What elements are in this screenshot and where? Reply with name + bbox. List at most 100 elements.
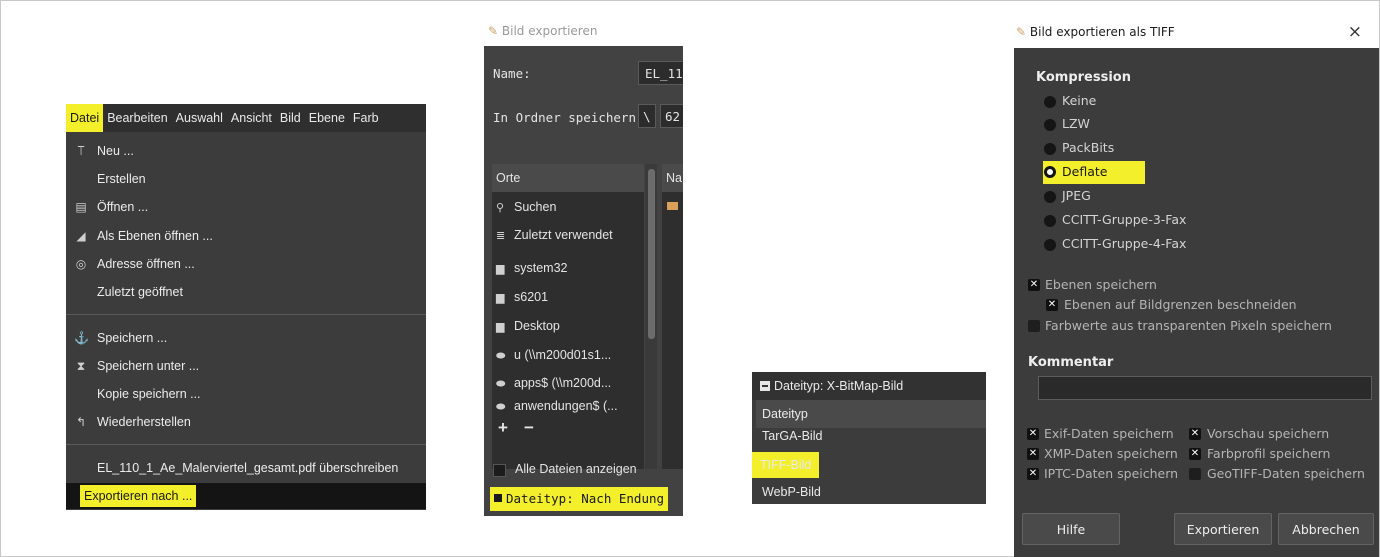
place-label: Suchen bbox=[514, 200, 557, 214]
place-label: u (\\m200d01s1... bbox=[514, 348, 612, 362]
compression-radio-lzw[interactable] bbox=[1044, 119, 1056, 131]
menu-item-label: Öffnen ... bbox=[97, 200, 149, 214]
place-label: apps$ (\\m200d... bbox=[514, 376, 612, 390]
place-label: anwendungen$ (... bbox=[514, 399, 618, 413]
menu-ebene[interactable]: Ebene bbox=[305, 104, 349, 132]
menu-bearbeiten[interactable]: Bearbeiten bbox=[103, 104, 171, 132]
place-search[interactable]: ⚲ Suchen bbox=[492, 193, 644, 221]
name-column-header[interactable]: Na bbox=[662, 164, 683, 192]
menu-item-save-as[interactable]: ⧗ Speichern unter ... bbox=[66, 353, 426, 379]
compression-heading: Kompression bbox=[1036, 70, 1131, 85]
folder-path-button[interactable]: 62 bbox=[660, 104, 683, 128]
save-transparent-colors-checkbox[interactable] bbox=[1028, 320, 1040, 332]
places-header[interactable]: Orte bbox=[492, 164, 644, 192]
filetype-panel: Dateityp: X-BitMap-Bild Dateityp TarGA-B… bbox=[752, 372, 986, 504]
menu-farben[interactable]: Farb bbox=[349, 104, 383, 132]
add-place-button[interactable]: + bbox=[498, 418, 508, 438]
expander-plus-icon bbox=[494, 494, 502, 502]
crop-layers-checkbox[interactable]: ✕ bbox=[1046, 299, 1058, 311]
export-dialog-titlebar: ✎ Bild exportieren bbox=[488, 18, 688, 44]
color-profile-checkbox[interactable]: ✕ bbox=[1189, 448, 1201, 460]
name-label: Name: bbox=[493, 66, 531, 81]
menu-bild[interactable]: Bild bbox=[276, 104, 305, 132]
geotiff-checkbox[interactable] bbox=[1189, 468, 1201, 480]
menu-item-label: Exportieren nach ... bbox=[80, 485, 197, 507]
menu-item-open-location[interactable]: ◎ Adresse öffnen ... bbox=[66, 251, 426, 277]
compression-radio-packbits[interactable] bbox=[1044, 143, 1056, 155]
menu-item-recent[interactable]: Zuletzt geöffnet bbox=[66, 279, 426, 305]
menu-item-save[interactable]: ⚓ Speichern ... bbox=[66, 325, 426, 351]
filetype-row-webp[interactable]: WebP-Bild bbox=[762, 478, 821, 506]
menu-item-create[interactable]: Erstellen bbox=[66, 166, 426, 192]
menu-item-label: Kopie speichern ... bbox=[97, 387, 201, 401]
compression-label: LZW bbox=[1062, 116, 1090, 131]
menu-auswahl[interactable]: Auswahl bbox=[172, 104, 227, 132]
revert-icon: ↰ bbox=[75, 415, 87, 429]
menu-item-revert[interactable]: ↰ Wiederherstellen bbox=[66, 409, 426, 435]
folder-root-button[interactable]: \ bbox=[638, 104, 656, 128]
compression-label: Deflate bbox=[1062, 164, 1108, 179]
remove-place-button[interactable]: − bbox=[524, 418, 534, 438]
menu-item-label: Neu ... bbox=[97, 144, 134, 158]
xmp-checkbox[interactable]: ✕ bbox=[1027, 448, 1039, 460]
preview-checkbox[interactable]: ✕ bbox=[1189, 428, 1201, 440]
menu-item-label: Zuletzt geöffnet bbox=[97, 285, 183, 299]
menu-item-label: Als Ebenen öffnen ... bbox=[97, 229, 213, 243]
compression-radio-ccitt3[interactable] bbox=[1044, 215, 1056, 227]
compression-radio-ccitt4[interactable] bbox=[1044, 239, 1056, 251]
comment-input[interactable] bbox=[1038, 376, 1372, 400]
compression-radio-deflate[interactable] bbox=[1044, 166, 1056, 178]
menu-item-export-as[interactable]: Exportieren nach ... bbox=[66, 483, 426, 509]
compression-radio-jpeg[interactable] bbox=[1044, 191, 1056, 203]
network-drive-icon: ⬬ bbox=[496, 401, 506, 413]
menu-ansicht[interactable]: Ansicht bbox=[227, 104, 276, 132]
place-label: system32 bbox=[514, 261, 568, 275]
filetype-row-targa[interactable]: TarGA-Bild bbox=[762, 422, 822, 450]
filename-input[interactable]: EL_110_1_Ae bbox=[638, 61, 683, 85]
places-scrollbar-thumb[interactable] bbox=[648, 169, 655, 339]
menu-item-open-as-layers[interactable]: ◢ Als Ebenen öffnen ... bbox=[66, 223, 426, 249]
filetype-row-tiff[interactable]: TIFF-Bild bbox=[752, 452, 820, 478]
show-all-files-checkbox[interactable] bbox=[493, 464, 506, 477]
menu-separator bbox=[66, 444, 426, 445]
filetype-expander-label: Dateityp: Nach Endung bbox=[506, 491, 665, 506]
geotiff-label: GeoTIFF-Daten speichern bbox=[1207, 466, 1365, 481]
globe-icon: ◎ bbox=[75, 257, 87, 271]
menu-datei[interactable]: Datei bbox=[66, 104, 104, 132]
crop-layers-label: Ebenen auf Bildgrenzen beschneiden bbox=[1064, 297, 1297, 312]
compression-radio-none[interactable] bbox=[1044, 96, 1056, 108]
place-system32[interactable]: ▆ system32 bbox=[492, 254, 644, 282]
network-drive-icon: ⬬ bbox=[496, 350, 506, 362]
menu-item-new[interactable]: ⟙ Neu ... bbox=[66, 138, 426, 164]
place-drive-u[interactable]: ⬬ u (\\m200d01s1... bbox=[492, 341, 644, 369]
compression-label: Keine bbox=[1062, 93, 1097, 108]
help-button[interactable]: Hilfe bbox=[1022, 513, 1120, 545]
iptc-checkbox[interactable]: ✕ bbox=[1027, 468, 1039, 480]
menu-item-label: Speichern ... bbox=[97, 331, 168, 345]
place-desktop[interactable]: ▆ Desktop bbox=[492, 312, 644, 340]
menu-item-label: Speichern unter ... bbox=[97, 359, 200, 373]
save-transparent-colors-label: Farbwerte aus transparenten Pixeln speic… bbox=[1045, 318, 1332, 333]
menu-item-label: Erstellen bbox=[97, 172, 146, 186]
filetype-expander[interactable]: Dateityp: Nach Endung bbox=[490, 487, 668, 511]
comment-heading: Kommentar bbox=[1028, 355, 1114, 370]
place-drive-apps[interactable]: ⬬ apps$ (\\m200d... bbox=[492, 369, 644, 397]
gimp-icon: ✎ bbox=[488, 24, 499, 38]
cancel-button[interactable]: Abbrechen bbox=[1278, 513, 1374, 545]
new-icon: ⟙ bbox=[77, 144, 85, 158]
exif-checkbox[interactable]: ✕ bbox=[1027, 428, 1039, 440]
iptc-label: IPTC-Daten speichern bbox=[1044, 466, 1179, 481]
places-list: Orte ⚲ Suchen ≣ Zuletzt verwendet ▆ system3… bbox=[492, 164, 644, 469]
place-s6201[interactable]: ▆ s6201 bbox=[492, 283, 644, 311]
place-drive-anwendungen[interactable]: ⬬ anwendungen$ (... bbox=[492, 396, 644, 416]
filetype-expander-open[interactable]: Dateityp: X-BitMap-Bild bbox=[752, 372, 986, 400]
menu-item-save-copy[interactable]: Kopie speichern ... bbox=[66, 381, 426, 407]
place-recent[interactable]: ≣ Zuletzt verwendet bbox=[492, 221, 644, 249]
preview-label: Vorschau speichern bbox=[1207, 426, 1330, 441]
menu-item-overwrite[interactable]: EL_110_1_Ae_Malerviertel_gesamt.pdf über… bbox=[66, 455, 426, 481]
menu-item-open[interactable]: ▤ Öffnen ... bbox=[66, 194, 426, 220]
save-layers-checkbox[interactable]: ✕ bbox=[1028, 279, 1040, 291]
menu-separator bbox=[66, 314, 426, 315]
close-icon[interactable]: × bbox=[1348, 18, 1362, 46]
export-button[interactable]: Exportieren bbox=[1174, 513, 1272, 545]
